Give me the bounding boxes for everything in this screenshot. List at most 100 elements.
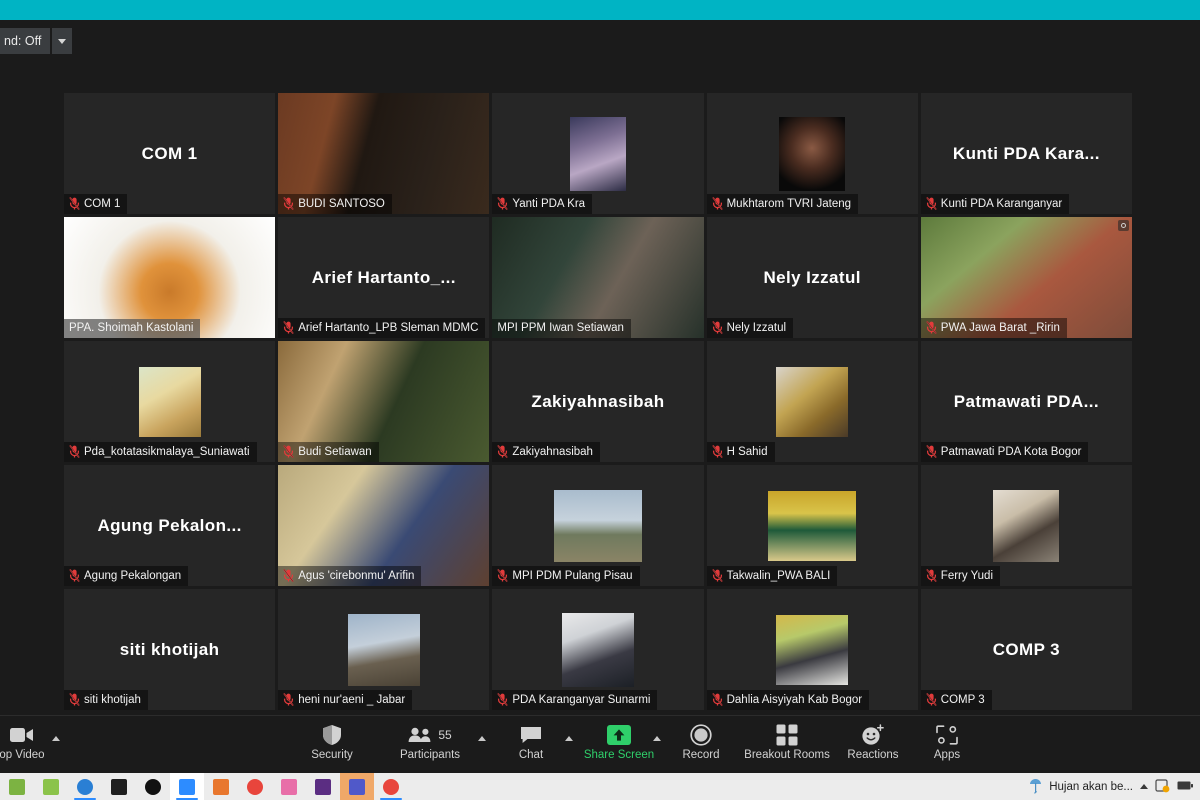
participant-name-bar: H Sahid [707,442,775,462]
microphone-muted-icon [69,693,80,706]
participant-name-label: Pda_kotatasikmalaya_Suniawati [84,446,250,458]
chat-bubble-icon [520,722,542,748]
grid-squares-icon [776,722,798,748]
participant-tile[interactable]: COM 1COM 1 [64,93,275,214]
toolbar-video-options-chevron-icon[interactable] [52,736,64,748]
taskbar-pink-app-icon[interactable] [272,773,306,800]
microphone-muted-icon [283,569,294,582]
participant-avatar-image [779,117,845,191]
participant-name-bar: Nely Izzatul [707,318,793,338]
microphone-muted-icon [497,569,508,582]
participant-name-label: Agus 'cirebonmu' Arifin [298,570,414,582]
participant-tile[interactable]: MPI PPM Iwan Setiawan [492,217,703,338]
taskbar-chrome-icon[interactable] [238,773,272,800]
participant-name-label: COMP 3 [941,694,985,706]
participant-tile[interactable]: Pda_kotatasikmalaya_Suniawati [64,341,275,462]
participant-name-bar: Agus 'cirebonmu' Arifin [278,566,421,586]
taskbar-app-list [0,773,408,800]
zoom-meeting-window: nd: Off COM 1COM 1BUDI SANTOSO Yanti PDA … [0,20,1200,715]
participant-name-label: MPI PPM Iwan Setiawan [497,322,624,334]
microphone-muted-icon [283,445,294,458]
toolbar-apps-button[interactable]: Apps [887,722,1007,768]
participant-tile[interactable]: MPI PDM Pulang Pisau [492,465,703,586]
participant-tile[interactable]: PDA Karanganyar Sunarmi [492,589,703,710]
participant-name-label: Dahlia Aisyiyah Kab Bogor [727,694,863,706]
participant-tile[interactable]: PPA. Shoimah Kastolani [64,217,275,338]
participant-tile[interactable]: Agus 'cirebonmu' Arifin [278,465,489,586]
participant-avatar-image [570,117,626,191]
participant-tile[interactable]: Arief Hartanto_...Arief Hartanto_LPB Sle… [278,217,489,338]
participant-tile[interactable]: Budi Setiawan [278,341,489,462]
participant-name-bar: Budi Setiawan [278,442,379,462]
participant-name-bar: heni nur'aeni _ Jabar [278,690,412,710]
participant-tile[interactable]: Nely IzzatulNely Izzatul [707,217,918,338]
participant-name-bar: Pda_kotatasikmalaya_Suniawati [64,442,257,462]
participant-name-label: H Sahid [727,446,768,458]
participant-tile[interactable]: PWA Jawa Barat _Ririn [921,217,1132,338]
participant-name-label: Yanti PDA Kra [512,198,585,210]
microphone-muted-icon [497,693,508,706]
participant-tile[interactable]: siti khotijahsiti khotijah [64,589,275,710]
black-globe-icon [145,779,161,795]
participant-tile[interactable]: heni nur'aeni _ Jabar [278,589,489,710]
taskbar-start-icon[interactable] [0,773,34,800]
participant-name-bar: Agung Pekalongan [64,566,188,586]
microphone-muted-icon [283,197,294,210]
microphone-muted-icon [926,197,937,210]
taskbar-teams-icon[interactable] [340,773,374,800]
microphone-muted-icon [69,197,80,210]
microphone-muted-icon [926,445,937,458]
video-camera-icon [10,722,34,748]
taskbar-chrome-alt-icon[interactable] [374,773,408,800]
participant-tile[interactable]: Kunti PDA Kara...Kunti PDA Karanganyar [921,93,1132,214]
participant-avatar-image [993,490,1059,562]
taskbar-green-app-icon[interactable] [34,773,68,800]
taskbar-purple-app-icon[interactable] [306,773,340,800]
participant-avatar-image [776,367,848,437]
tray-battery-icon[interactable] [1177,780,1194,794]
microphone-muted-icon [69,445,80,458]
participant-tile[interactable]: Patmawati PDA...Patmawati PDA Kota Bogor [921,341,1132,462]
participant-tile[interactable]: Takwalin_PWA BALI [707,465,918,586]
microphone-muted-icon [497,197,508,210]
participant-tile[interactable]: BUDI SANTOSO [278,93,489,214]
participant-name-label: COM 1 [84,198,120,210]
participant-name-label: Arief Hartanto_LPB Sleman MDMC [298,322,478,334]
edge-icon [77,779,93,795]
participant-tile[interactable]: ZakiyahnasibahZakiyahnasibah [492,341,703,462]
participant-avatar-image [776,615,848,685]
participant-tile[interactable]: Agung Pekalon...Agung Pekalongan [64,465,275,586]
participant-tile[interactable]: Dahlia Aisyiyah Kab Bogor [707,589,918,710]
microphone-muted-icon [926,569,937,582]
participant-name-label: Patmawati PDA Kota Bogor [941,446,1082,458]
participant-name-bar: Patmawati PDA Kota Bogor [921,442,1089,462]
participant-name-bar: Mukhtarom TVRI Jateng [707,194,858,214]
toolbar-record-label: Record [682,748,719,762]
chevron-down-icon[interactable] [52,28,72,54]
recording-toggle-button[interactable]: nd: Off [0,28,72,54]
toolbar-video-label: op Video [0,748,45,762]
participant-avatar-image [139,367,201,437]
chrome-alt-icon [383,779,399,795]
participant-name-label: Kunti PDA Karanganyar [941,198,1062,210]
taskbar-black-globe-icon[interactable] [136,773,170,800]
participant-avatar-image [768,491,856,561]
taskbar-zoom-icon[interactable] [170,773,204,800]
participant-tile[interactable]: Ferry Yudi [921,465,1132,586]
chevron-up-icon[interactable] [1140,784,1148,789]
weather-status-text[interactable]: Hujan akan be... [1049,781,1133,793]
participant-tile[interactable]: Mukhtarom TVRI Jateng [707,93,918,214]
participant-tile[interactable]: H Sahid [707,341,918,462]
taskbar-windows-store-icon[interactable] [204,773,238,800]
toolbar-apps-label: Apps [934,748,960,762]
participant-tile[interactable]: COMP 3COMP 3 [921,589,1132,710]
toolbar-participants-label: Participants [400,748,460,762]
taskbar-dark-triangle-icon[interactable] [102,773,136,800]
tray-onedrive-icon[interactable] [1155,778,1170,796]
participant-tile[interactable]: Yanti PDA Kra [492,93,703,214]
participant-count-badge: 55 [438,728,451,742]
toolbar-video-button[interactable]: op Video [0,722,82,768]
smiley-plus-icon [861,722,885,748]
record-circle-icon [690,722,712,748]
taskbar-edge-icon[interactable] [68,773,102,800]
